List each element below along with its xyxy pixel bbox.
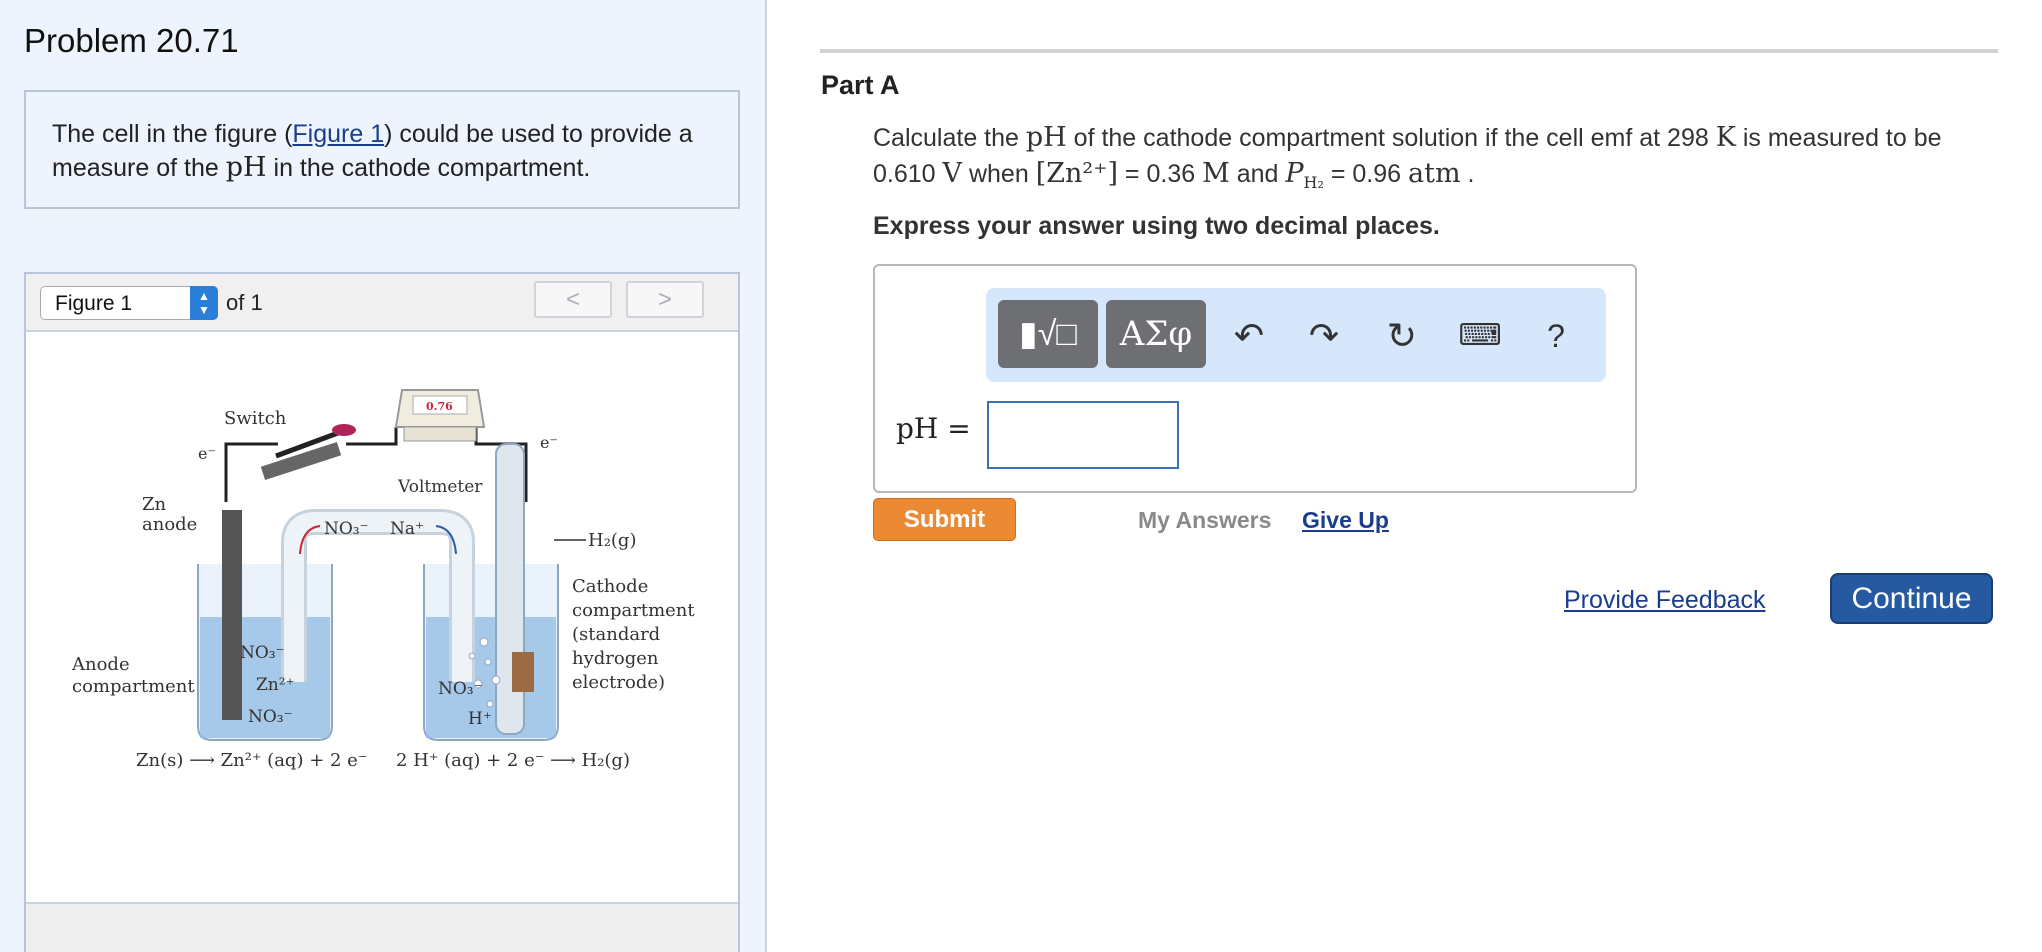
switch-handle bbox=[332, 424, 356, 436]
cathode-equation: 2 H⁺ (aq) + 2 e⁻ ⟶ H₂(g) bbox=[396, 750, 630, 771]
figure-1-link[interactable]: Figure 1 bbox=[292, 120, 384, 148]
question-text-7: = 0.96 bbox=[1323, 160, 1409, 188]
cathode-label-1: Cathode bbox=[572, 576, 648, 597]
voltmeter-base bbox=[403, 426, 477, 442]
my-answers-link[interactable]: My Answers bbox=[1138, 507, 1271, 534]
previous-figure-button[interactable]: < bbox=[534, 281, 612, 318]
figure-count: of 1 bbox=[226, 290, 263, 315]
answer-box: ▮√□ ΑΣφ ↶ ↷ ↻ ⌨ ? pH = bbox=[873, 264, 1637, 493]
electrochemical-cell-diagram: Switch e⁻ 0.76 Voltmeter e⁻ NO₃⁻ Na⁺ Zn … bbox=[71, 389, 695, 771]
question-text-1: Calculate the bbox=[873, 124, 1026, 152]
next-figure-button[interactable]: > bbox=[626, 281, 704, 318]
answer-instructions: Express your answer using two decimal pl… bbox=[873, 212, 1440, 240]
provide-feedback-link[interactable]: Provide Feedback bbox=[1564, 586, 1766, 615]
platinum-electrode bbox=[512, 652, 534, 692]
zinc-electrode bbox=[222, 510, 242, 720]
cathode-label-2: compartment bbox=[572, 600, 695, 621]
question-text-8: . bbox=[1460, 160, 1475, 188]
figure-viewer: Figure 1 ▲ ▼ of 1 < > Switch e⁻ 0.76 Vol… bbox=[24, 272, 740, 952]
bridge-no3-label: NO₃⁻ bbox=[324, 519, 369, 539]
figure-footer bbox=[26, 902, 738, 952]
voltmeter-reading: 0.76 bbox=[426, 400, 453, 413]
problem-title: Problem 20.71 bbox=[24, 22, 239, 59]
anode-no3-label-1: NO₃⁻ bbox=[240, 643, 285, 663]
ph-answer-input[interactable] bbox=[987, 401, 1179, 469]
intro-text-1: The cell in the figure ( bbox=[52, 120, 293, 148]
continue-button[interactable]: Continue bbox=[1830, 573, 1993, 624]
h2-gas-label: H₂(g) bbox=[588, 530, 636, 551]
bridge-na-label: Na⁺ bbox=[390, 519, 424, 539]
question-atm: atm bbox=[1408, 158, 1461, 189]
templates-button[interactable]: ▮√□ bbox=[998, 300, 1098, 368]
symbols-button[interactable]: ΑΣφ bbox=[1106, 300, 1206, 368]
question-text: Calculate the pH of the cathode compartm… bbox=[873, 120, 2003, 201]
zn2-label: Zn²⁺ bbox=[256, 675, 295, 695]
figure-select[interactable]: Figure 1 ▲ ▼ bbox=[40, 286, 218, 320]
electron-left-label: e⁻ bbox=[198, 444, 216, 463]
submit-button[interactable]: Submit bbox=[873, 498, 1016, 541]
figure-toolbar: Figure 1 ▲ ▼ of 1 < > bbox=[26, 274, 738, 332]
question-text-4: when bbox=[962, 160, 1036, 188]
part-divider bbox=[820, 49, 1998, 53]
ph-answer-label: pH = bbox=[896, 412, 971, 445]
undo-icon[interactable]: ↶ bbox=[1221, 308, 1277, 364]
question-pressure: P bbox=[1285, 158, 1304, 189]
problem-intro: The cell in the figure (Figure 1) could … bbox=[24, 90, 740, 209]
switch-label: Switch bbox=[224, 408, 287, 429]
question-ph: pH bbox=[1025, 122, 1067, 153]
keyboard-icon[interactable]: ⌨ bbox=[1452, 308, 1508, 364]
electron-right-label: e⁻ bbox=[540, 433, 558, 452]
math-toolbar: ▮√□ ΑΣφ ↶ ↷ ↻ ⌨ ? bbox=[986, 288, 1606, 382]
cathode-no3-label: NO₃⁻ bbox=[438, 679, 483, 699]
h-plus-label: H⁺ bbox=[468, 709, 492, 729]
zn-label: Zn bbox=[142, 494, 167, 515]
question-text-5: = 0.36 bbox=[1117, 160, 1203, 188]
cathode-label-5: electrode) bbox=[572, 672, 665, 693]
anode-equation: Zn(s) ⟶ Zn²⁺ (aq) + 2 e⁻ bbox=[136, 750, 367, 771]
anode-no3-label-2: NO₃⁻ bbox=[248, 707, 293, 727]
figure-select-value: Figure 1 bbox=[55, 292, 133, 315]
voltmeter-label: Voltmeter bbox=[397, 477, 483, 497]
figure-image: Switch e⁻ 0.76 Voltmeter e⁻ NO₃⁻ Na⁺ Zn … bbox=[26, 332, 738, 902]
question-text-2: of the cathode compartment solution if t… bbox=[1066, 124, 1716, 152]
question-pressure-sub: H₂ bbox=[1303, 173, 1324, 192]
anode-label: anode bbox=[142, 514, 197, 535]
intro-text-3: in the cathode compartment. bbox=[266, 154, 591, 182]
intro-ph: pH bbox=[225, 152, 267, 183]
anode-compartment-label-1: Anode bbox=[71, 654, 130, 675]
give-up-link[interactable]: Give Up bbox=[1302, 507, 1389, 534]
question-molar: M bbox=[1202, 158, 1230, 189]
anode-compartment-label-2: compartment bbox=[72, 676, 195, 697]
part-label: Part A bbox=[821, 70, 900, 100]
cathode-label-3: (standard bbox=[572, 624, 660, 645]
select-arrows-icon: ▲ ▼ bbox=[190, 286, 218, 320]
reset-icon[interactable]: ↻ bbox=[1374, 308, 1430, 364]
help-icon[interactable]: ? bbox=[1528, 308, 1584, 364]
redo-icon[interactable]: ↷ bbox=[1296, 308, 1352, 364]
cathode-label-4: hydrogen bbox=[572, 648, 659, 669]
question-zinc-conc: [Zn²⁺] bbox=[1035, 158, 1118, 189]
problem-panel: Problem 20.71 The cell in the figure (Fi… bbox=[0, 0, 767, 952]
question-text-6: and bbox=[1229, 160, 1286, 188]
question-kelvin: K bbox=[1715, 122, 1736, 153]
question-volt: V bbox=[942, 158, 963, 189]
